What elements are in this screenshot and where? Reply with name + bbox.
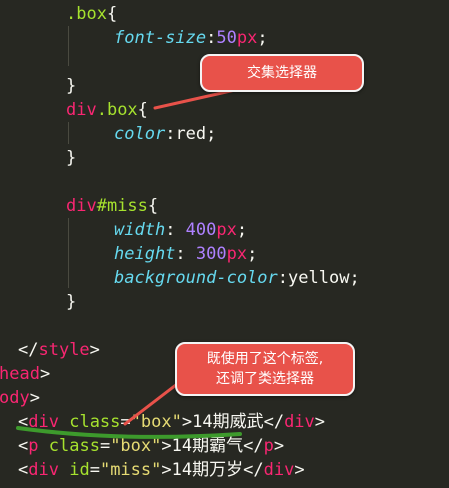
callout-text-line2: 还调了类选择器 [216,371,314,387]
code-line-height: height: 300px; [114,244,258,264]
code-line-p-box: <p class="box">14期霸气</p> [18,436,285,456]
code-line-close-brace: } [66,292,77,312]
code-line-div-miss: <div id="miss">14期万岁</div> [18,460,305,480]
code-line-style-close: </style> [18,340,100,360]
indent-guide [68,218,69,288]
indent-guide [68,122,69,144]
code-line-width: width: 400px; [114,220,248,240]
intersection-selector-callout: 交集选择器 [200,54,364,92]
code-line-body-open: ody> [0,388,40,408]
code-line-box-selector: .box{ [66,4,118,24]
code-line-font-size: font-size:50px; [114,28,268,48]
code-line-div-miss-selector: div#miss{ [66,196,159,216]
callout-text-line1: 既使用了这个标签, [206,351,324,367]
callout-text: 交集选择器 [247,65,317,81]
usage-callout: 既使用了这个标签, 还调了类选择器 [175,342,355,396]
code-line-close-brace: } [66,76,77,96]
code-line-div-box: <div class="box">14期威武</div> [18,412,326,432]
code-line-head-close: head> [0,364,51,384]
callout-pointer-line [153,88,237,110]
code-line-background-color: background-color:yellow; [114,268,360,288]
code-line-close-brace: } [66,148,77,168]
indent-guide [68,26,69,66]
code-line-color: color:red; [114,124,217,144]
code-line-div-box-selector: div.box{ [66,100,148,120]
